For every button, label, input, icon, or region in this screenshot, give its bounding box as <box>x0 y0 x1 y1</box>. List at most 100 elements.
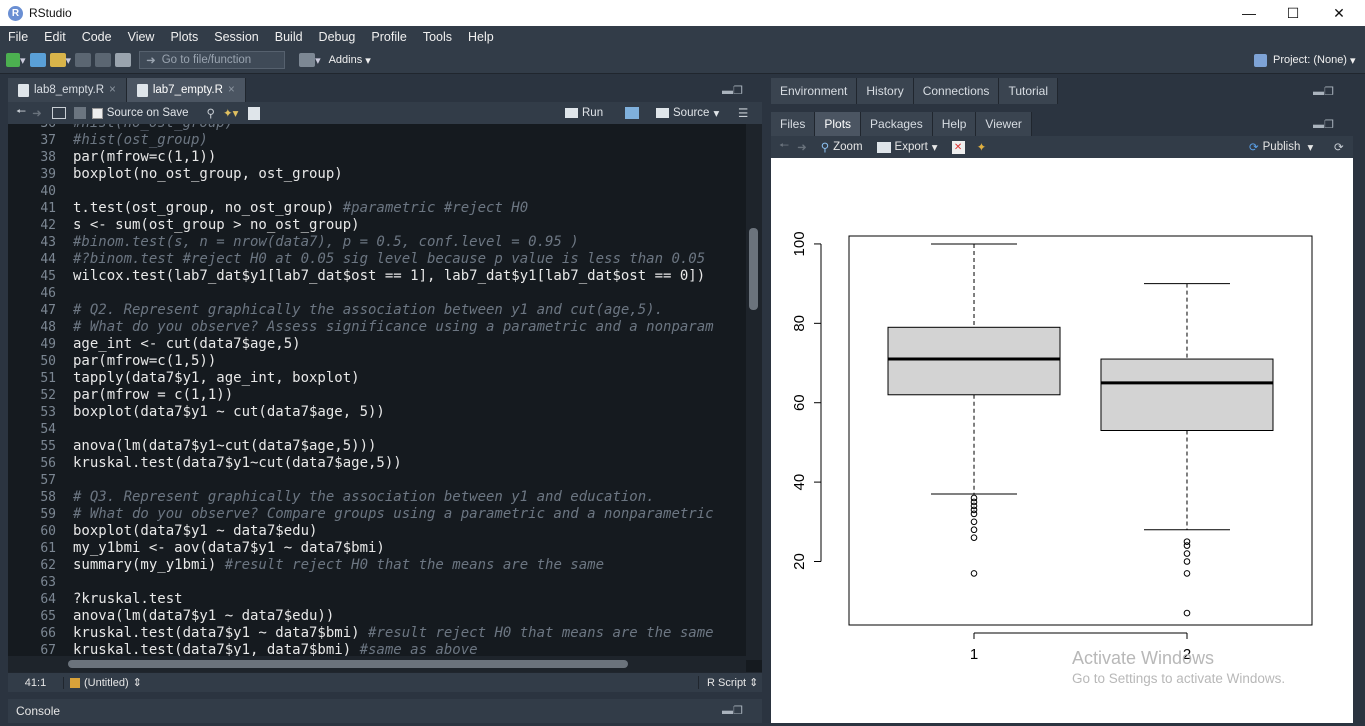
code-line[interactable]: 39 boxplot(no_ost_group, ost_group) <box>8 166 762 183</box>
close-tab-icon[interactable]: × <box>228 84 235 96</box>
save-icon[interactable] <box>73 107 86 119</box>
tab-lab7-empty[interactable]: lab7_empty.R × <box>126 78 246 102</box>
code-editor[interactable]: 36#hist(no_ost_group)37#hist(ost_group)3… <box>8 124 762 672</box>
code-line[interactable]: 53 boxplot(data7$y1 ~ cut(data7$age, 5)) <box>8 404 762 421</box>
filetype-selector[interactable]: R Script ⇕ <box>698 676 758 689</box>
code-line[interactable]: 44 #?binom.test #reject H0 at 0.05 sig le… <box>8 251 762 268</box>
code-line[interactable]: 63 <box>8 574 762 591</box>
export-button[interactable]: Export ▾ <box>876 140 938 154</box>
tab-history[interactable]: History <box>857 78 914 104</box>
run-button[interactable]: Run <box>565 107 603 119</box>
rerun-icon[interactable] <box>625 107 639 119</box>
code-line[interactable]: 36 #hist(no_ost_group) <box>8 124 762 132</box>
search-icon[interactable]: ⚲ <box>207 106 215 120</box>
outline-icon[interactable]: ☰ <box>738 106 748 120</box>
maximize-button[interactable]: ☐ <box>1270 0 1316 26</box>
tab-viewer[interactable]: Viewer <box>976 112 1032 136</box>
code-line[interactable]: 57 <box>8 472 762 489</box>
tab-tutorial[interactable]: Tutorial <box>999 78 1059 104</box>
tab-connections[interactable]: Connections <box>913 78 1000 104</box>
project-button[interactable]: Project: (None) ▾ <box>1254 50 1356 70</box>
code-line[interactable]: 62 summary(my_y1bmi) #result reject H0 th… <box>8 557 762 574</box>
editor-horizontal-scrollbar[interactable] <box>8 656 746 672</box>
prev-plot-icon[interactable]: 🠔 <box>779 138 789 157</box>
code-line[interactable]: 40 <box>8 183 762 200</box>
menu-help[interactable]: Help <box>460 30 502 44</box>
menu-file[interactable]: File <box>0 30 36 44</box>
code-line[interactable]: 66 kruskal.test(data7$y1 ~ data7$bmi) #re… <box>8 625 762 642</box>
console-pane-header[interactable]: Console ▬❐ <box>8 699 762 723</box>
menu-profile[interactable]: Profile <box>363 30 414 44</box>
new-project-button[interactable] <box>29 50 46 70</box>
editor-vertical-scrollbar[interactable] <box>746 124 762 660</box>
menu-build[interactable]: Build <box>267 30 311 44</box>
code-line[interactable]: 55 anova(lm(data7$y1~cut(data7$age,5))) <box>8 438 762 455</box>
new-file-button[interactable]: ▾ <box>6 50 26 70</box>
scroll-thumb[interactable] <box>68 660 628 668</box>
code-line[interactable]: 51 tapply(data7$y1, age_int, boxplot) <box>8 370 762 387</box>
minimize-button[interactable]: — <box>1226 0 1272 26</box>
tab-packages[interactable]: Packages <box>861 112 933 136</box>
zoom-button[interactable]: ⚲ Zoom <box>821 140 863 154</box>
menu-plots[interactable]: Plots <box>162 30 206 44</box>
env-pane-controls[interactable]: ▬❐ <box>1313 85 1334 98</box>
save-button[interactable] <box>75 50 92 70</box>
code-line[interactable]: 43 #binom.test(s, n = nrow(data7), p = 0.… <box>8 234 762 251</box>
menu-code[interactable]: Code <box>74 30 120 44</box>
code-line[interactable]: 45 wilcox.test(lab7_dat$y1[lab7_dat$ost =… <box>8 268 762 285</box>
source-button[interactable]: Source ▾ <box>656 106 719 120</box>
pane-minimize-icon[interactable]: ▬❐ <box>722 84 743 97</box>
refresh-icon[interactable]: ⟳ <box>1334 140 1344 154</box>
code-line[interactable]: 47 # Q2. Represent graphically the associ… <box>8 302 762 319</box>
code-line[interactable]: 48 # What do you observe? Assess signific… <box>8 319 762 336</box>
goto-file-input[interactable]: ➜ Go to file/function <box>139 51 286 69</box>
menu-view[interactable]: View <box>120 30 163 44</box>
code-line[interactable]: 38 par(mfrow=c(1,1)) <box>8 149 762 166</box>
close-tab-icon[interactable]: × <box>109 84 116 96</box>
menu-tools[interactable]: Tools <box>415 30 460 44</box>
tab-lab8-empty[interactable]: lab8_empty.R × <box>8 78 127 102</box>
magic-wand-icon[interactable]: ✦▾ <box>223 106 238 120</box>
code-line[interactable]: 49 age_int <- cut(data7$age,5) <box>8 336 762 353</box>
code-line[interactable]: 59 # What do you observe? Compare groups … <box>8 506 762 523</box>
code-line[interactable]: 60 boxplot(data7$y1 ~ data7$edu) <box>8 523 762 540</box>
code-line[interactable]: 58 # Q3. Represent graphically the associ… <box>8 489 762 506</box>
code-line[interactable]: 65 anova(lm(data7$y1 ~ data7$edu)) <box>8 608 762 625</box>
menu-debug[interactable]: Debug <box>311 30 364 44</box>
tab-environment[interactable]: Environment <box>771 78 858 104</box>
plots-pane-controls[interactable]: ▬❐ <box>1313 118 1334 131</box>
code-line[interactable]: 41 t.test(ost_group, no_ost_group) #param… <box>8 200 762 217</box>
code-line[interactable]: 50 par(mfrow=c(1,5)) <box>8 353 762 370</box>
pane-layout-button[interactable]: ▾ <box>299 50 321 70</box>
save-all-button[interactable] <box>95 50 112 70</box>
forward-arrow-icon[interactable]: ➜ <box>32 106 42 120</box>
tab-files[interactable]: Files <box>771 112 816 136</box>
menu-edit[interactable]: Edit <box>36 30 74 44</box>
print-button[interactable] <box>115 50 132 70</box>
show-in-window-icon[interactable] <box>51 107 66 119</box>
tab-plots[interactable]: Plots <box>815 112 862 136</box>
source-on-save-checkbox[interactable] <box>91 107 103 119</box>
open-file-button[interactable]: ▾ <box>49 50 71 70</box>
code-line[interactable]: 56 kruskal.test(data7$y1~cut(data7$age,5)… <box>8 455 762 472</box>
code-line[interactable]: 42 s <- sum(ost_group > no_ost_group) <box>8 217 762 234</box>
scope-selector[interactable]: (Untitled) ⇕ <box>70 676 142 689</box>
next-plot-icon[interactable]: ➜ <box>797 140 807 154</box>
console-pane-controls[interactable]: ▬❐ <box>722 704 743 717</box>
back-arrow-icon[interactable]: 🠔 <box>16 104 26 123</box>
code-line[interactable]: 54 <box>8 421 762 438</box>
publish-button[interactable]: ⟳ Publish ▾ <box>1249 140 1313 154</box>
tab-help[interactable]: Help <box>932 112 977 136</box>
code-line[interactable]: 64 ?kruskal.test <box>8 591 762 608</box>
code-line[interactable]: 52 par(mfrow = c(1,1)) <box>8 387 762 404</box>
close-button[interactable]: ✕ <box>1316 0 1362 26</box>
clear-plots-icon[interactable]: ✦ <box>977 140 987 154</box>
addins-button[interactable]: Addins ▾ <box>329 50 371 70</box>
code-line[interactable]: 37 #hist(ost_group) <box>8 132 762 149</box>
scroll-thumb[interactable] <box>749 228 758 310</box>
remove-plot-icon[interactable]: ✕ <box>951 140 965 154</box>
menu-session[interactable]: Session <box>206 30 266 44</box>
compile-report-icon[interactable] <box>248 106 261 120</box>
code-line[interactable]: 46 <box>8 285 762 302</box>
code-line[interactable]: 61 my_y1bmi <- aov(data7$y1 ~ data7$bmi) <box>8 540 762 557</box>
